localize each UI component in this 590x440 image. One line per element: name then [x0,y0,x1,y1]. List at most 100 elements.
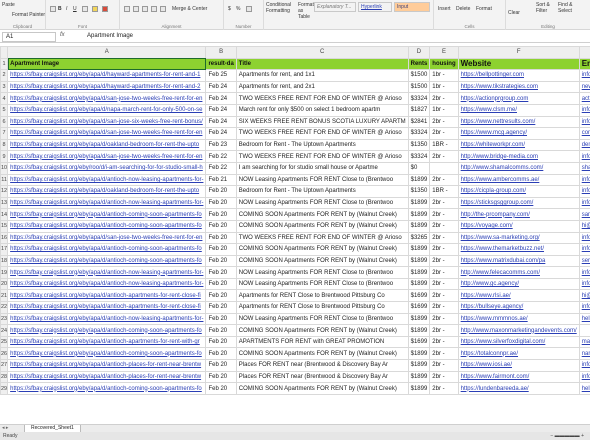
table-cell[interactable]: 1BR - [429,185,459,198]
table-cell[interactable]: Feb 20 [205,208,237,221]
table-cell[interactable]: 2br - [429,115,459,129]
table-cell[interactable]: http://www.gc.agency/ [457,277,580,291]
table-cell[interactable]: Feb 20 [205,301,237,314]
table-cell[interactable]: https://www.fairmont.com/ [457,370,580,384]
table-cell[interactable]: Feb 20 [205,243,237,256]
table-cell[interactable]: hello@mmmnos.ae [578,312,590,326]
table-cell[interactable]: Apartments for rent, and 1x1 [235,69,409,82]
table-cell[interactable]: $1699 [407,289,431,303]
comma-style-icon[interactable] [246,6,252,12]
table-cell[interactable]: info@bullseye.ae [578,301,590,314]
table-cell[interactable]: $1899 [407,243,431,256]
row-header[interactable]: 26 [0,347,9,361]
currency-button[interactable]: $ [228,6,231,12]
row-header[interactable]: 22 [0,301,9,314]
table-cell[interactable]: Feb 21 [205,173,237,187]
row-header[interactable]: 11 [0,173,9,187]
table-cell[interactable]: https://www.themarketbuzz.net/ [457,243,580,256]
table-cell[interactable]: 2br - [429,347,459,361]
table-cell[interactable]: https://sfbay.craigslist.org/eby/apa/d/s… [7,231,207,245]
table-cell[interactable]: https://sfbay.craigslist.org/eby/apa/d/a… [7,173,207,187]
column-header[interactable]: F [457,46,580,59]
header-cell[interactable]: Rents [407,57,431,71]
table-cell[interactable]: https://bellpottinger.com [457,69,580,82]
table-cell[interactable]: https://sfbay.craigslist.org/eby/apa/d/a… [7,335,207,349]
table-cell[interactable]: 1br - [429,80,459,94]
table-cell[interactable]: Feb 20 [205,324,237,337]
row-header[interactable]: 16 [0,231,9,245]
merge-center-button[interactable]: Merge & Center [172,6,207,12]
table-cell[interactable]: https://sfbay.craigslist.org/eby/apa/d/a… [7,266,207,279]
table-cell[interactable]: $3324 [407,127,431,140]
row-header[interactable]: 13 [0,196,9,210]
table-cell[interactable]: http://www.maxonmarketingandevents.com/ [457,324,580,337]
table-cell[interactable]: $1899 [407,277,431,291]
table-cell[interactable]: https://www.rlsi.ae/ [457,289,580,303]
table-cell[interactable]: http://www.shamalcomms.com/ [457,161,580,175]
zoom-slider[interactable]: − ▬▬▬▬▬ + [550,433,584,439]
table-cell[interactable]: $1899 [407,208,431,221]
percent-button[interactable]: % [236,6,240,12]
style-hyperlink[interactable]: Hyperlink [358,2,392,12]
table-cell[interactable]: https://sfbay.craigslist.org/eby/apa/d/a… [7,196,207,210]
table-cell[interactable]: 2br - [429,254,459,268]
table-cell[interactable]: $1899 [407,324,431,337]
table-cell[interactable]: http://www.felecacomms.com/ [457,266,580,279]
table-cell[interactable]: Feb 20 [205,370,237,384]
table-cell[interactable]: http://the-prcompany.com/ [457,208,580,221]
table-cell[interactable]: https://www.tikstrategies.com [457,80,580,94]
table-cell[interactable]: https://totalconnpr.ae/ [457,347,580,361]
bold-button[interactable]: B [58,6,62,12]
table-cell[interactable]: https://sfbay.craigslist.org/eby/apa/d/a… [7,359,207,372]
align-center-icon[interactable] [133,6,139,12]
column-header[interactable]: D [407,46,431,59]
table-cell[interactable]: info@fairmont.com [578,370,590,384]
format-painter-button[interactable]: Format Painter [12,12,45,18]
table-cell[interactable]: 2br - [429,370,459,384]
table-cell[interactable]: Feb 22 [205,150,237,163]
table-cell[interactable]: https://sticksgsggroup.com/ [457,196,580,210]
clear-button[interactable]: Clear [508,10,520,16]
table-cell[interactable]: https://www.mmmnos.ae/ [457,312,580,326]
row-header[interactable]: 3 [0,80,9,94]
column-header[interactable]: B [205,46,237,59]
table-cell[interactable]: https://sfbay.craigslist.org/eby/apa/d/a… [7,382,207,395]
table-cell[interactable]: info@sticksgsggroup.com [578,196,590,210]
table-cell[interactable]: Apartments for RENT Close to Brentwood P… [235,289,409,303]
wrap-text-icon[interactable] [160,6,166,12]
table-cell[interactable]: Feb 20 [205,219,237,233]
header-cell[interactable]: Apartment Image [7,57,207,71]
table-cell[interactable]: samantha@the-prcompany.com [578,208,590,221]
table-cell[interactable]: $1899 [407,312,431,326]
table-cell[interactable]: TWO WEEKS FREE RENT FOR END OF WINTER @ … [235,92,409,105]
table-cell[interactable]: $2841 [407,115,431,129]
table-cell[interactable]: $1899 [407,266,431,279]
style-input[interactable]: Input [394,2,430,12]
table-cell[interactable]: NOW Leasing Apartments FOR RENT Close to… [235,266,409,279]
table-cell[interactable]: https://sfbay.craigslist.org/eby/apa/d/a… [7,324,207,337]
row-header[interactable]: 21 [0,289,9,303]
table-cell[interactable]: 2br - [429,335,459,349]
paste-button[interactable]: Paste [2,2,15,8]
name-box[interactable]: A1 [2,32,56,42]
row-header[interactable]: 18 [0,254,9,268]
row-header[interactable]: 27 [0,359,9,372]
table-cell[interactable]: dempt@whiteworkpr.com [578,138,590,152]
row-header[interactable]: 4 [0,92,9,105]
table-cell[interactable]: info@bellpottinger.com [578,69,590,82]
header-cell[interactable]: Website [457,57,580,71]
table-cell[interactable]: https://cicpla-group.com/ [457,185,580,198]
delete-button[interactable]: Delete [456,6,470,12]
table-cell[interactable]: info@gc.agency [578,277,590,291]
table-cell[interactable]: Feb 20 [205,266,237,279]
column-header[interactable]: E [429,46,459,59]
table-cell[interactable]: https://www.matrixdubai.com/pa [457,254,580,268]
table-cell[interactable]: 2br - [429,173,459,187]
table-cell[interactable]: Feb 20 [205,185,237,198]
align-right-icon[interactable] [142,6,148,12]
table-cell[interactable]: Feb 20 [205,289,237,303]
table-cell[interactable]: https://sfbay.craigslist.org/eby/apa/d/s… [7,150,207,163]
font-name-dropdown[interactable] [50,6,56,12]
table-cell[interactable]: I am searching for for studio small hous… [235,161,409,175]
table-cell[interactable]: Feb 20 [205,312,237,326]
